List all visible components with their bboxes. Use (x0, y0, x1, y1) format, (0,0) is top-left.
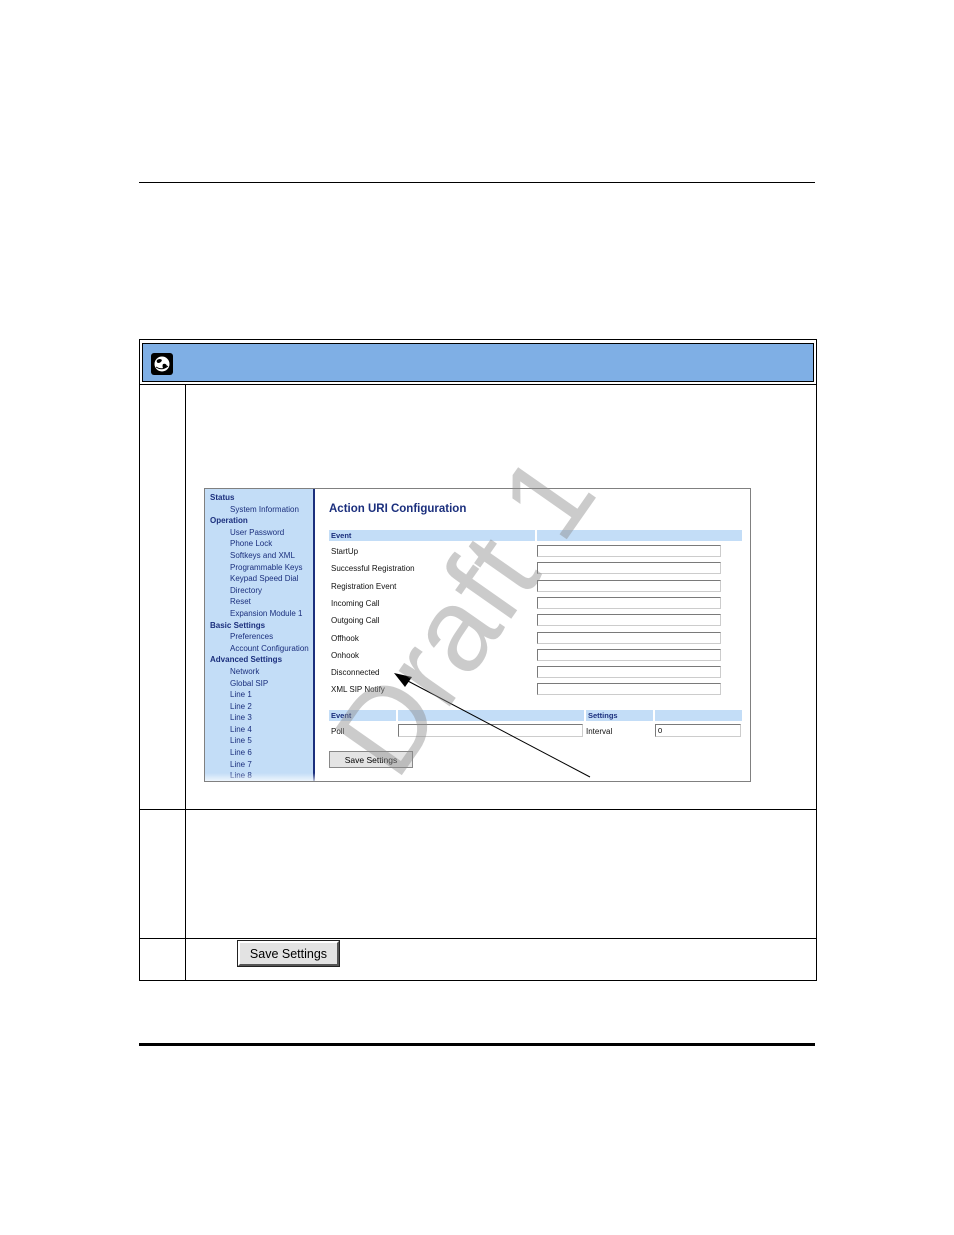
event-label: Incoming Call (331, 598, 380, 608)
interval-label: Interval (586, 727, 613, 736)
event-uri-input[interactable] (537, 596, 721, 609)
nav-item-global-sip[interactable]: Global SIP (205, 678, 313, 690)
event-uri-input[interactable] (537, 631, 721, 644)
nav-item-line-1[interactable]: Line 1 (205, 689, 313, 701)
action-uri-screenshot: Status System Information Operation User Pa… (204, 488, 751, 782)
procedure-header (140, 340, 816, 385)
event-uri-input[interactable] (537, 562, 721, 575)
event-label: StartUp (331, 547, 359, 556)
content-panel: Action URI Configuration Event StartUp Su… (316, 489, 750, 781)
nav-item-programmable-keys[interactable]: Programmable Keys (205, 562, 313, 574)
nav-item-user-password[interactable]: User Password (205, 527, 313, 539)
event-label: Successful Registration (331, 564, 415, 574)
nav-item-phone-lock[interactable]: Phone Lock (205, 538, 313, 550)
header-rule (139, 182, 815, 183)
event-uri-input[interactable] (537, 683, 721, 696)
nav-item-line-6[interactable]: Line 6 (205, 747, 313, 759)
nav-item-network[interactable]: Network (205, 666, 313, 678)
event-uri-input[interactable] (537, 545, 721, 557)
nav-item-system-information[interactable]: System Information (205, 504, 313, 516)
nav-group-basic-settings: Basic Settings (210, 620, 266, 630)
event-header: Event (329, 530, 535, 541)
interval-input[interactable]: 0 (655, 724, 741, 737)
nav-group-status: Status (210, 493, 235, 502)
nav-fade (205, 773, 315, 781)
nav-item-softkeys-and-xml[interactable]: Softkeys and XML (205, 550, 313, 562)
row-divider-2 (140, 938, 816, 939)
event-label: Offhook (331, 633, 359, 643)
event-label: Registration Event (331, 581, 397, 591)
globe-icon (151, 353, 173, 375)
row-divider-1 (140, 809, 816, 810)
procedure-header-band (142, 343, 814, 382)
nav-item-line-3[interactable]: Line 3 (205, 712, 313, 724)
event-uri-input[interactable] (537, 579, 721, 592)
page-title: Action URI Configuration (329, 503, 467, 515)
nav-item-directory[interactable]: Directory (205, 585, 313, 597)
nav-item-expansion-module-1[interactable]: Expansion Module 1 (205, 608, 313, 620)
event-label: Outgoing Call (331, 616, 380, 626)
step-column-divider (185, 385, 186, 981)
poll-label: Poll (331, 727, 345, 736)
nav-item-line-2[interactable]: Line 2 (205, 701, 313, 713)
event-uri-input[interactable] (537, 614, 721, 627)
event-label: Disconnected (331, 668, 380, 678)
nav-group-advanced-settings: Advanced Settings (210, 655, 283, 665)
event-value-header (537, 530, 742, 541)
save-settings-button[interactable]: Save Settings (237, 940, 340, 967)
nav-item-line-4[interactable]: Line 4 (205, 724, 313, 736)
nav-group-operation: Operation (210, 516, 248, 526)
nav-item-line-5[interactable]: Line 5 (205, 735, 313, 747)
poll-event-header: Event (329, 710, 396, 721)
poll-value-header (398, 710, 584, 721)
nav-item-account-configuration[interactable]: Account Configuration (205, 643, 313, 655)
event-uri-input[interactable] (537, 648, 721, 661)
nav-item-reset[interactable]: Reset (205, 596, 313, 608)
nav-item-keypad-speed-dial[interactable]: Keypad Speed Dial (205, 573, 313, 585)
event-label: Onhook (331, 650, 360, 660)
settings-header: Settings (586, 710, 653, 721)
poll-input[interactable] (398, 724, 583, 737)
settings-value-header (655, 710, 742, 721)
sidebar-nav: Status System Information Operation User Pa… (205, 489, 315, 781)
nav-item-line-7[interactable]: Line 7 (205, 759, 313, 771)
footer-rule (139, 1043, 815, 1046)
event-label: XML SIP Notify (331, 685, 385, 695)
save-settings-button-screenshot[interactable]: Save Settings (329, 751, 413, 768)
nav-item-preferences[interactable]: Preferences (205, 631, 313, 643)
event-uri-input[interactable] (537, 666, 721, 679)
